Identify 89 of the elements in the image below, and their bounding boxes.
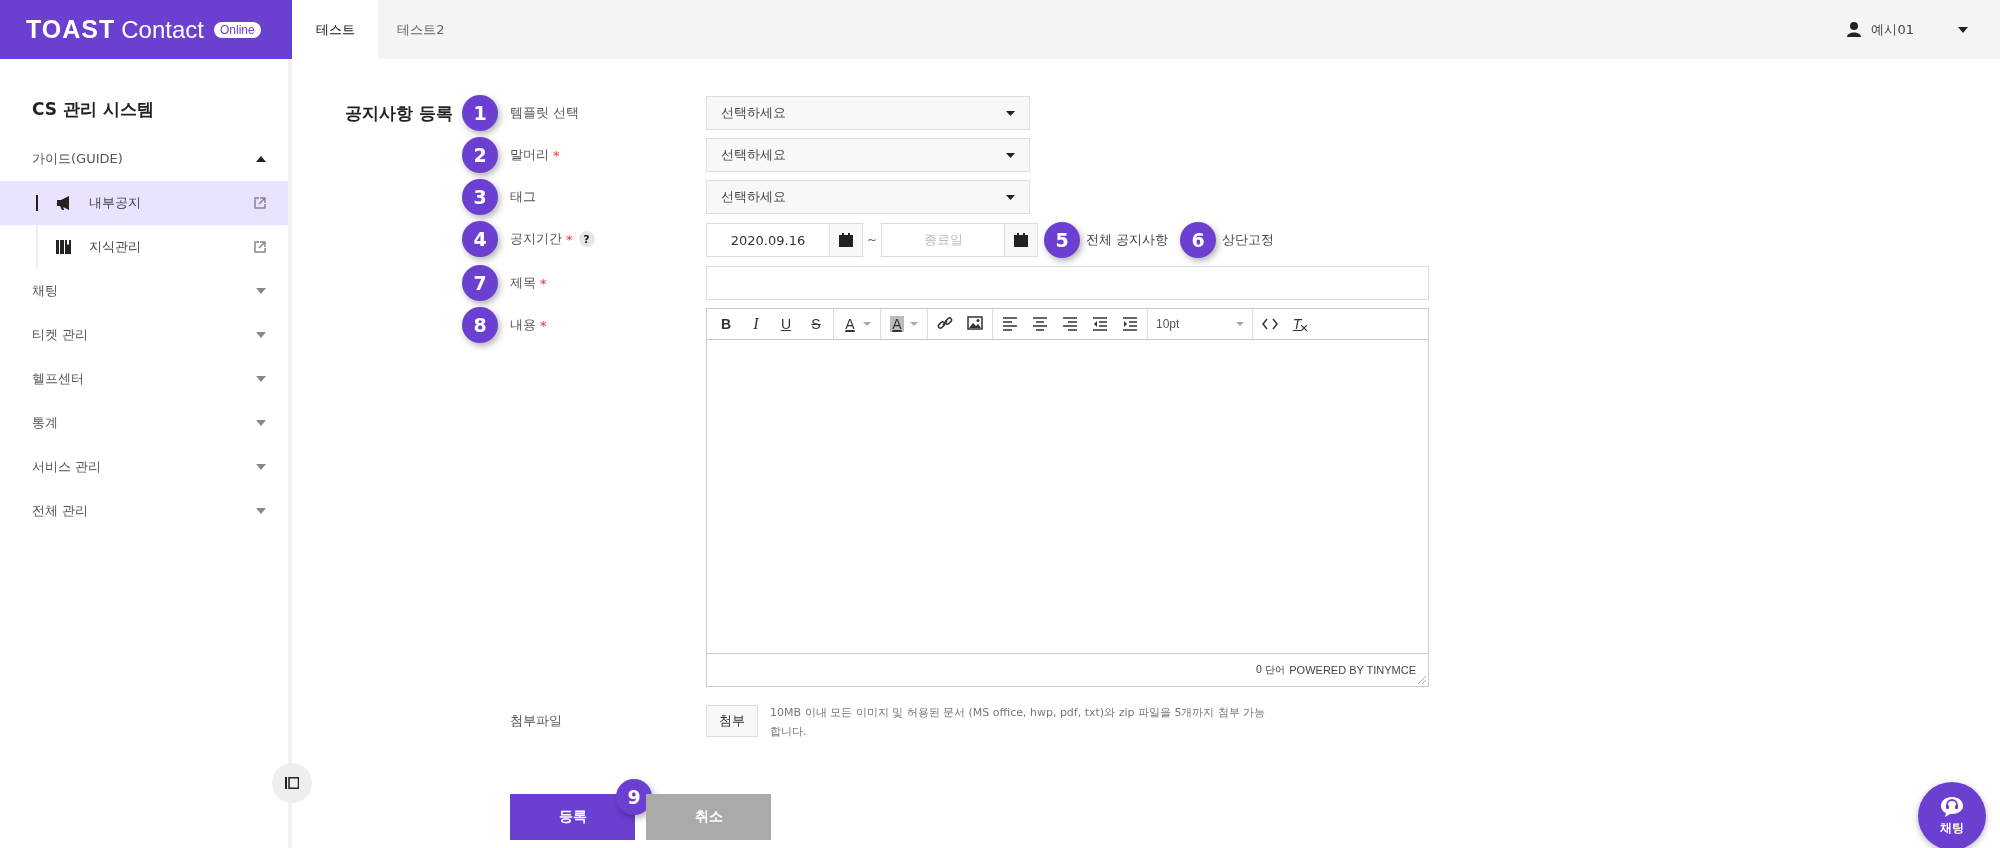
calendar-button[interactable] [1004, 224, 1037, 256]
option-label[interactable]: 전체 공지사항 [1086, 231, 1169, 249]
caret-icon [862, 322, 871, 326]
font-size-select[interactable]: 10pt [1150, 311, 1250, 337]
field-label: 내용 [510, 316, 536, 334]
align-right-icon[interactable] [1062, 315, 1078, 333]
field-label: 템플릿 선택 [510, 104, 580, 122]
range-separator: ~ [865, 233, 879, 247]
field-label: 첨부파일 [510, 712, 562, 730]
expand-caret-icon [256, 508, 266, 514]
image-icon[interactable] [967, 315, 983, 333]
step-badge: 7 [462, 265, 498, 301]
submenu-item[interactable]: 지식관리 [0, 225, 288, 269]
attach-button[interactable]: 첨부 [706, 705, 758, 737]
format-button[interactable]: U [771, 311, 801, 337]
books-icon [56, 239, 71, 255]
calendar-icon [839, 233, 853, 247]
align-center-icon[interactable] [1032, 315, 1048, 333]
text-field[interactable] [706, 266, 1429, 300]
required-mark: * [553, 147, 560, 163]
format-button[interactable]: S [801, 311, 831, 337]
field-label: 제목 [510, 274, 536, 292]
step-badge: 2 [462, 137, 498, 173]
calendar-button[interactable] [829, 224, 862, 256]
sidebar-toggle-icon [285, 776, 299, 790]
expand-caret-icon [256, 420, 266, 426]
align-left-icon[interactable] [1002, 315, 1018, 333]
external-link-icon [254, 197, 266, 209]
attachment-help-text: 10MB 이내 모든 이미지 및 허용된 문서 (MS office, hwp, pdf, txt)와 zip 파일을 5개까지 첨부 가능합니다. [770, 705, 1267, 740]
step-badge: 8 [462, 307, 498, 343]
menu-item[interactable]: 서비스 관리 [0, 445, 288, 489]
external-link-icon [254, 241, 266, 253]
required-mark: * [540, 275, 547, 291]
tab[interactable]: 테스트 [292, 0, 378, 59]
caret-icon[interactable] [1958, 26, 1968, 33]
select-field[interactable]: 선택하세요 [706, 138, 1030, 172]
expand-caret-icon [256, 464, 266, 470]
help-icon[interactable]: ? [578, 231, 595, 247]
user-icon [1847, 22, 1862, 37]
option-label[interactable]: 상단고정 [1222, 231, 1275, 249]
caret-icon [1006, 194, 1015, 200]
megaphone-icon [56, 195, 71, 211]
caret-icon [1236, 322, 1244, 326]
menu-item[interactable]: 전체 관리 [0, 489, 288, 533]
menu-item[interactable]: 채팅 [0, 269, 288, 313]
indent-icon[interactable] [1122, 315, 1138, 333]
collapse-sidebar-button[interactable] [272, 763, 312, 803]
caret-icon [1006, 152, 1015, 158]
expand-caret-icon [256, 288, 266, 294]
submenu-item[interactable]: 내부공지 [0, 181, 288, 225]
step-badge: 5 [1044, 222, 1080, 258]
expand-caret-icon [256, 376, 266, 382]
caret-icon [1006, 110, 1015, 116]
field-label: 태그 [510, 188, 536, 206]
step-badge: 3 [462, 179, 498, 215]
text-color-button[interactable]: A [843, 316, 857, 332]
word-count: 0 단어 [1255, 663, 1286, 677]
field-label: 공지기간 [510, 230, 562, 248]
menu-item[interactable]: 통계 [0, 401, 288, 445]
field-label: 말머리 [510, 146, 549, 164]
resize-handle-icon [1418, 676, 1426, 684]
user-name[interactable]: 예시01 [1871, 20, 1914, 39]
menu-item[interactable]: 헬프센터 [0, 357, 288, 401]
clear-format-button[interactable]: T [1285, 311, 1315, 337]
sidebar-title: CS 관리 시스템 [31, 98, 155, 121]
menu-item[interactable]: 가이드(GUIDE) [0, 137, 288, 181]
select-field[interactable]: 선택하세요 [706, 96, 1030, 130]
step-badge: 6 [1180, 222, 1217, 258]
outdent-icon[interactable] [1092, 315, 1108, 333]
step-badge: 1 [462, 95, 498, 131]
form-title: 공지사항 등록 [345, 102, 454, 125]
format-button[interactable]: B [711, 311, 741, 337]
powered-by-text: POWERED BY TINYMCE [1289, 664, 1416, 676]
menu-item[interactable]: 티켓 관리 [0, 313, 288, 357]
select-field[interactable]: 선택하세요 [706, 180, 1030, 214]
chat-button[interactable]: 채팅 [1918, 782, 1986, 848]
required-mark: * [540, 317, 547, 333]
collapse-caret-icon [256, 156, 266, 162]
chat-headset-icon [1940, 795, 1964, 818]
step-badge: 4 [462, 221, 498, 257]
logo: TOAST Contact Online [0, 0, 292, 59]
format-button[interactable]: I [741, 311, 771, 337]
expand-caret-icon [256, 332, 266, 338]
calendar-icon [1014, 233, 1028, 247]
date-field[interactable]: 2020.09.16 [706, 223, 863, 257]
required-mark: * [566, 231, 573, 247]
highlight-color-button[interactable]: A [890, 316, 904, 332]
x-icon [1301, 325, 1308, 331]
caret-icon [909, 322, 918, 326]
